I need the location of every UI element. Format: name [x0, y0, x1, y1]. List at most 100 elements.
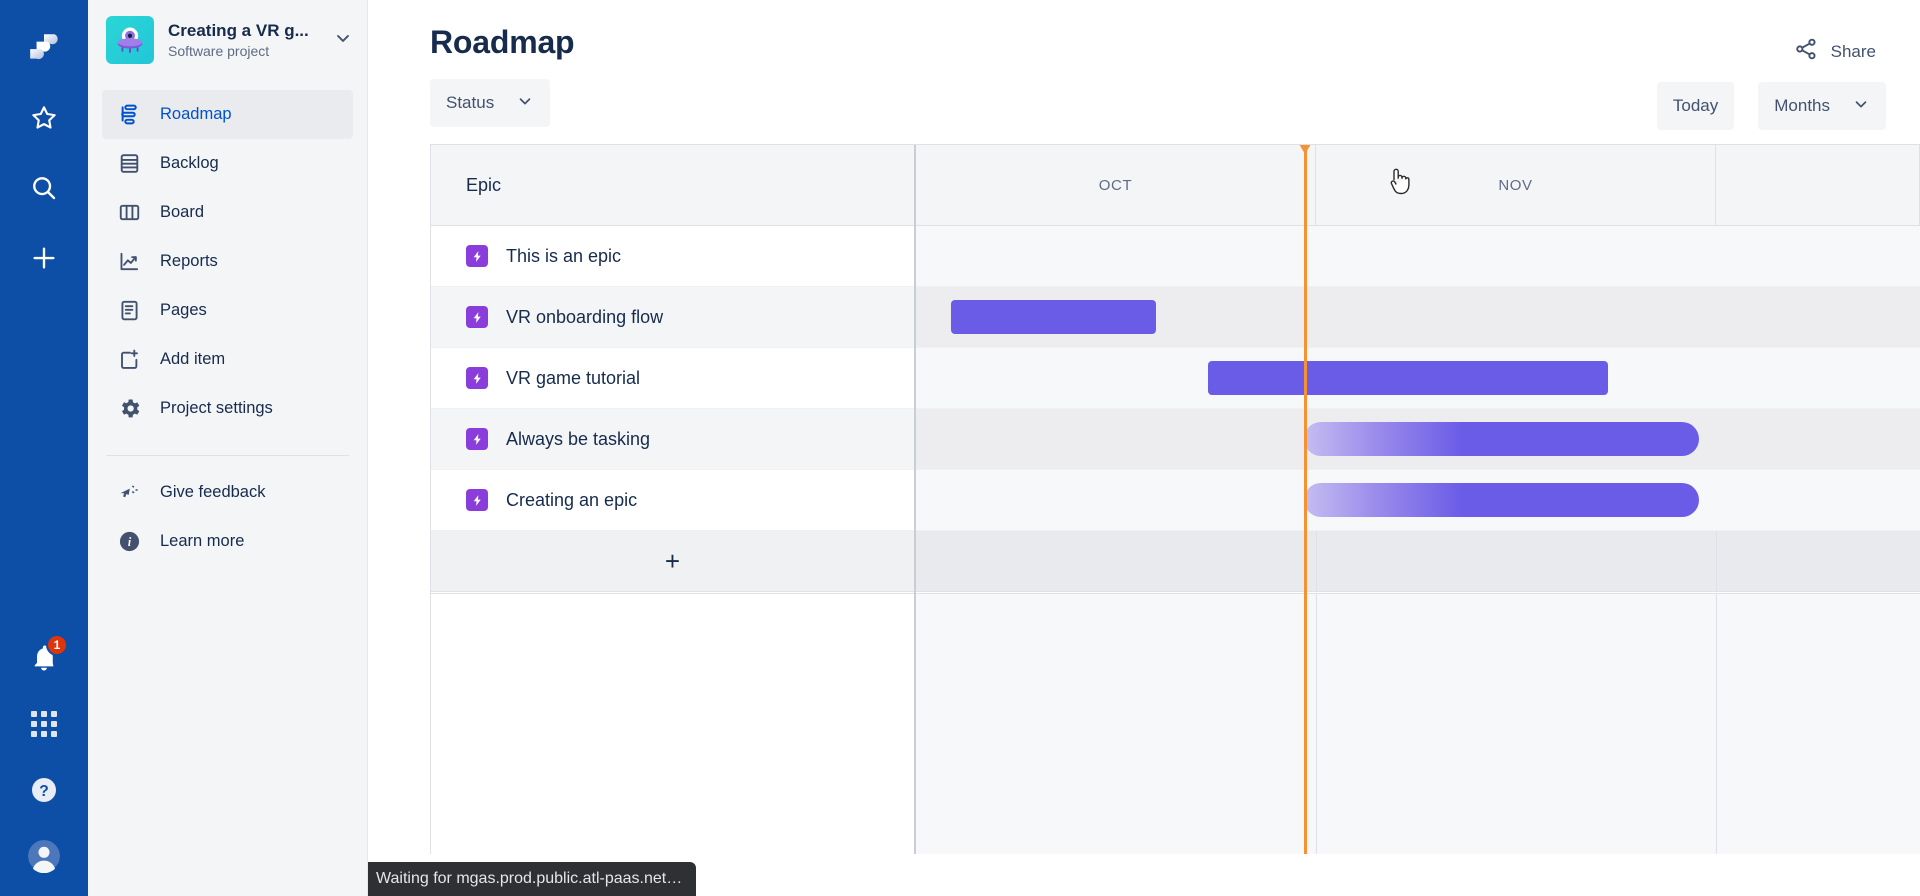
timeline-empty-space — [916, 593, 1920, 854]
sidebar-item-label: Project settings — [160, 399, 273, 417]
epic-icon — [466, 489, 488, 511]
sidebar-item-learn-more[interactable]: i Learn more — [102, 517, 353, 566]
status-filter-button[interactable]: Status — [430, 79, 551, 127]
jira-logo[interactable] — [18, 22, 70, 74]
sidebar-divider — [106, 455, 349, 456]
share-label: Share — [1830, 41, 1876, 61]
sidebar-item-label: Backlog — [160, 154, 219, 172]
timeline-row[interactable] — [916, 226, 1920, 287]
month-cell[interactable]: OCT — [916, 145, 1316, 225]
bell-icon[interactable]: 1 — [18, 632, 70, 684]
sidebar-item-project-settings[interactable]: Project settings — [102, 384, 353, 433]
month-cell[interactable]: NOV — [1316, 145, 1716, 225]
epic-column: Epic This is an epic VR onboarding flow — [431, 145, 916, 854]
global-nav-rail: 1 ? — [0, 0, 88, 896]
add-epic-button[interactable]: + — [431, 531, 914, 592]
timeline-row[interactable] — [916, 409, 1920, 470]
status-text: Waiting for mgas.prod.public.atl-paas.ne… — [376, 870, 683, 887]
page-header: Roadmap Share — [368, 0, 1920, 62]
svg-text:?: ? — [39, 783, 49, 800]
table-row[interactable]: This is an epic — [431, 226, 914, 287]
timeline-row[interactable] — [916, 348, 1920, 409]
epic-column-empty-space — [431, 593, 914, 854]
sidebar-item-label: Reports — [160, 252, 218, 270]
epic-bar[interactable] — [1304, 483, 1699, 517]
rail-top-group — [18, 0, 70, 284]
zoom-level-select[interactable]: Months — [1758, 82, 1886, 130]
epic-bar[interactable] — [1208, 361, 1608, 395]
project-name: Creating a VR g... — [168, 20, 309, 40]
timeline-month-header: OCT NOV — [916, 145, 1920, 226]
roadmap-icon — [116, 102, 142, 128]
project-sidebar: Creating a VR g... Software project Road… — [88, 0, 368, 896]
timeline-rows — [916, 226, 1920, 592]
epic-name: Always be tasking — [506, 428, 651, 449]
sidebar-item-label: Give feedback — [160, 483, 266, 501]
epic-bar[interactable] — [1304, 422, 1699, 456]
epic-icon — [466, 428, 488, 450]
browser-status-bar: Waiting for mgas.prod.public.atl-paas.ne… — [368, 862, 697, 896]
gear-icon — [116, 396, 142, 422]
main-content: Roadmap Share Status Today Months Epic T… — [368, 0, 1920, 896]
chevron-down-icon — [516, 92, 534, 115]
sidebar-footer: Give feedback i Learn more — [88, 468, 367, 566]
sidebar-item-add-item[interactable]: Add item — [102, 335, 353, 384]
sidebar-item-reports[interactable]: Reports — [102, 237, 353, 286]
epic-icon — [466, 367, 488, 389]
table-row[interactable]: Creating an epic — [431, 470, 914, 531]
sidebar-item-label: Board — [160, 203, 205, 221]
search-icon[interactable] — [18, 162, 70, 214]
chevron-down-icon — [1852, 95, 1870, 118]
sidebar-item-pages[interactable]: Pages — [102, 286, 353, 335]
table-row[interactable]: Always be tasking — [431, 409, 914, 470]
grid-icon[interactable] — [18, 698, 70, 750]
gridline — [1716, 594, 1717, 854]
epic-name: VR onboarding flow — [506, 306, 664, 327]
question-circle-icon[interactable]: ? — [18, 764, 70, 816]
svg-text:i: i — [127, 535, 131, 549]
jira-roadmap-app: 1 ? Creating a VR g... Software project … — [0, 0, 1920, 896]
rail-bottom-group: 1 ? — [0, 632, 88, 882]
sidebar-item-give-feedback[interactable]: Give feedback — [102, 468, 353, 517]
board-icon — [116, 200, 142, 226]
notification-badge: 1 — [46, 634, 68, 656]
timeline-add-row[interactable] — [916, 531, 1920, 592]
table-row[interactable]: VR game tutorial — [431, 348, 914, 409]
project-meta: Creating a VR g... Software project — [168, 20, 319, 61]
sidebar-item-board[interactable]: Board — [102, 188, 353, 237]
info-icon: i — [116, 529, 142, 555]
timeline-area: OCT NOV — [916, 145, 1920, 854]
month-cell[interactable] — [1716, 145, 1920, 225]
today-label: Today — [1672, 96, 1719, 115]
chevron-down-icon[interactable] — [333, 28, 353, 53]
roadmap-frame: Epic This is an epic VR onboarding flow — [430, 144, 1920, 854]
epic-bar[interactable] — [951, 300, 1156, 334]
sidebar-item-roadmap[interactable]: Roadmap — [102, 90, 353, 139]
roadmap-timeline: Epic This is an epic VR onboarding flow — [368, 144, 1920, 854]
epic-column-header: Epic — [431, 145, 914, 226]
star-icon[interactable] — [18, 92, 70, 144]
today-button[interactable]: Today — [1656, 82, 1735, 130]
timeline-row[interactable] — [916, 287, 1920, 348]
sidebar-item-backlog[interactable]: Backlog — [102, 139, 353, 188]
roadmap-toolbar: Status Today Months — [368, 62, 1920, 130]
backlog-icon — [116, 151, 142, 177]
avatar-icon[interactable] — [18, 830, 70, 882]
reports-icon — [116, 249, 142, 275]
plus-icon[interactable] — [18, 232, 70, 284]
epic-name: VR game tutorial — [506, 367, 641, 388]
pages-icon — [116, 298, 142, 324]
sidebar-item-label: Roadmap — [160, 105, 232, 123]
add-item-icon — [116, 347, 142, 373]
timeline-row[interactable] — [916, 470, 1920, 531]
gridline — [1316, 594, 1317, 854]
epic-icon — [466, 245, 488, 267]
project-nav: Roadmap Backlog Board Reports Pages Add … — [88, 78, 367, 433]
table-row[interactable]: VR onboarding flow — [431, 287, 914, 348]
epic-name: This is an epic — [506, 245, 622, 266]
page-title: Roadmap — [430, 24, 575, 60]
epic-name: Creating an epic — [506, 489, 638, 510]
epic-icon — [466, 306, 488, 328]
ufo-avatar — [106, 16, 154, 64]
project-header[interactable]: Creating a VR g... Software project — [88, 0, 367, 78]
